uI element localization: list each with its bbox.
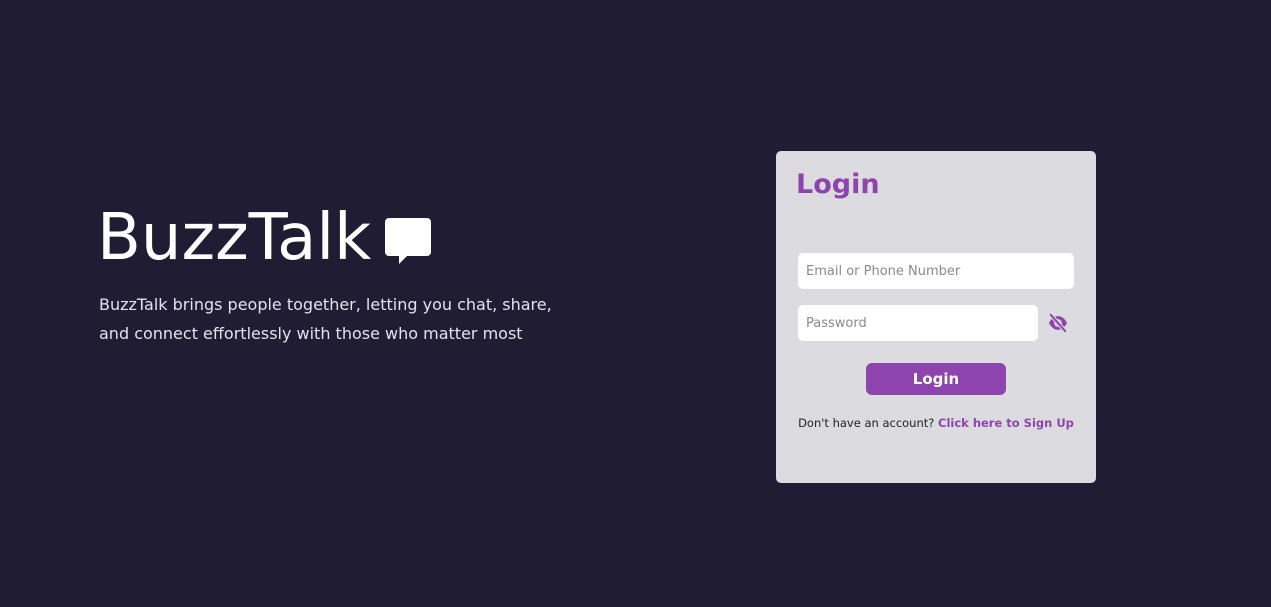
email-input[interactable] (798, 253, 1074, 289)
login-page: { "brand": { "name": "BuzzTalk", "icon":… (0, 0, 1271, 607)
password-visibility-toggle[interactable] (1046, 312, 1070, 334)
eye-slash-icon (1048, 313, 1068, 333)
login-card: Login Login Don't have an account? Click… (776, 151, 1096, 483)
signup-link[interactable]: Click here to Sign Up (938, 416, 1074, 430)
password-input[interactable] (798, 305, 1038, 341)
signup-prompt-text: Don't have an account? (798, 416, 935, 430)
login-heading: Login (796, 169, 880, 200)
signup-prompt: Don't have an account? Click here to Sig… (776, 416, 1096, 430)
brand-title: BuzzTalk (97, 201, 372, 275)
brand-section: BuzzTalk BuzzTalk brings people together… (97, 200, 617, 348)
brand-header: BuzzTalk (97, 200, 617, 276)
chat-bubble-icon (385, 218, 432, 264)
brand-tagline: BuzzTalk brings people together, letting… (99, 295, 552, 343)
login-button[interactable]: Login (866, 363, 1006, 395)
